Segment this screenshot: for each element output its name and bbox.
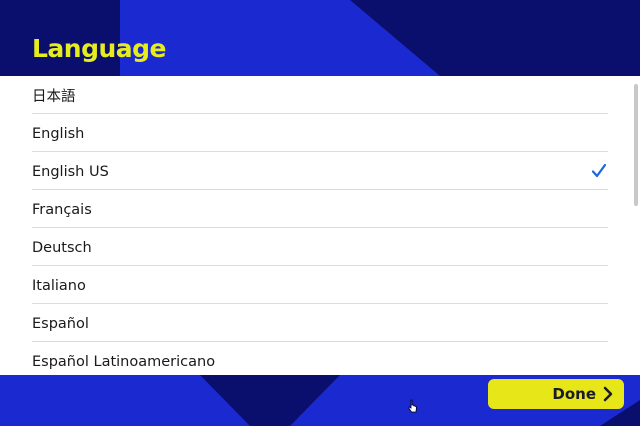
language-option-label: Italiano (32, 277, 86, 294)
language-option[interactable]: Français (32, 190, 608, 228)
language-option-label: English (32, 125, 85, 142)
language-option[interactable]: English US (32, 152, 608, 190)
language-option-label: Español Latinoamericano (32, 353, 216, 370)
chevron-right-icon (603, 386, 613, 402)
scrollbar[interactable] (634, 84, 638, 206)
language-list: 日本語 English English US Français Deutsch Itali… (32, 76, 608, 375)
done-button[interactable]: Done (488, 379, 624, 409)
language-option-label: Español (32, 315, 89, 332)
language-option[interactable]: English (32, 114, 608, 152)
checkmark-icon (590, 162, 608, 180)
language-option[interactable]: Deutsch (32, 228, 608, 266)
language-option[interactable]: Español Latinoamericano (32, 342, 608, 375)
language-option[interactable]: Italiano (32, 266, 608, 304)
language-option-label: 日本語 (32, 89, 76, 105)
language-option[interactable]: Español (32, 304, 608, 342)
done-button-label: Done (552, 385, 596, 403)
header: Language (0, 0, 640, 76)
page-title: Language (32, 34, 167, 63)
language-list-panel[interactable]: 日本語 English English US Français Deutsch Itali… (0, 76, 640, 375)
language-option-label: Français (32, 201, 92, 218)
language-option-label: English US (32, 163, 109, 180)
language-option[interactable]: 日本語 (32, 76, 608, 114)
footer: Done (0, 375, 640, 426)
language-option-label: Deutsch (32, 239, 92, 256)
mouse-cursor-icon (408, 399, 417, 413)
